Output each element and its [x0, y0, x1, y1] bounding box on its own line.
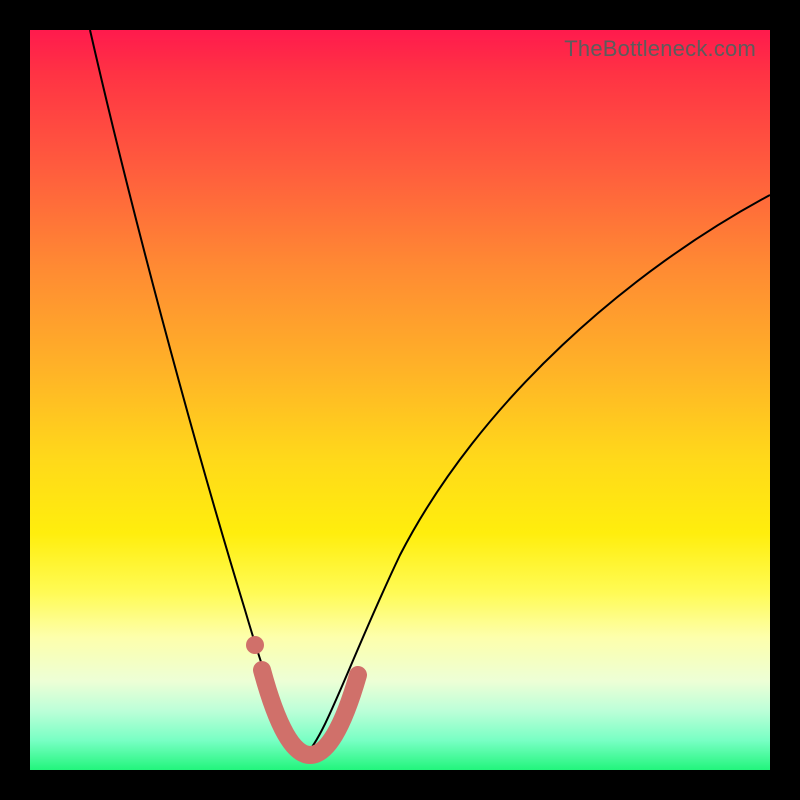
- optimal-zone-start-dot: [246, 636, 264, 654]
- chart-frame: TheBottleneck.com: [30, 30, 770, 770]
- bottleneck-plot: [30, 30, 770, 770]
- bottleneck-curve: [90, 30, 770, 755]
